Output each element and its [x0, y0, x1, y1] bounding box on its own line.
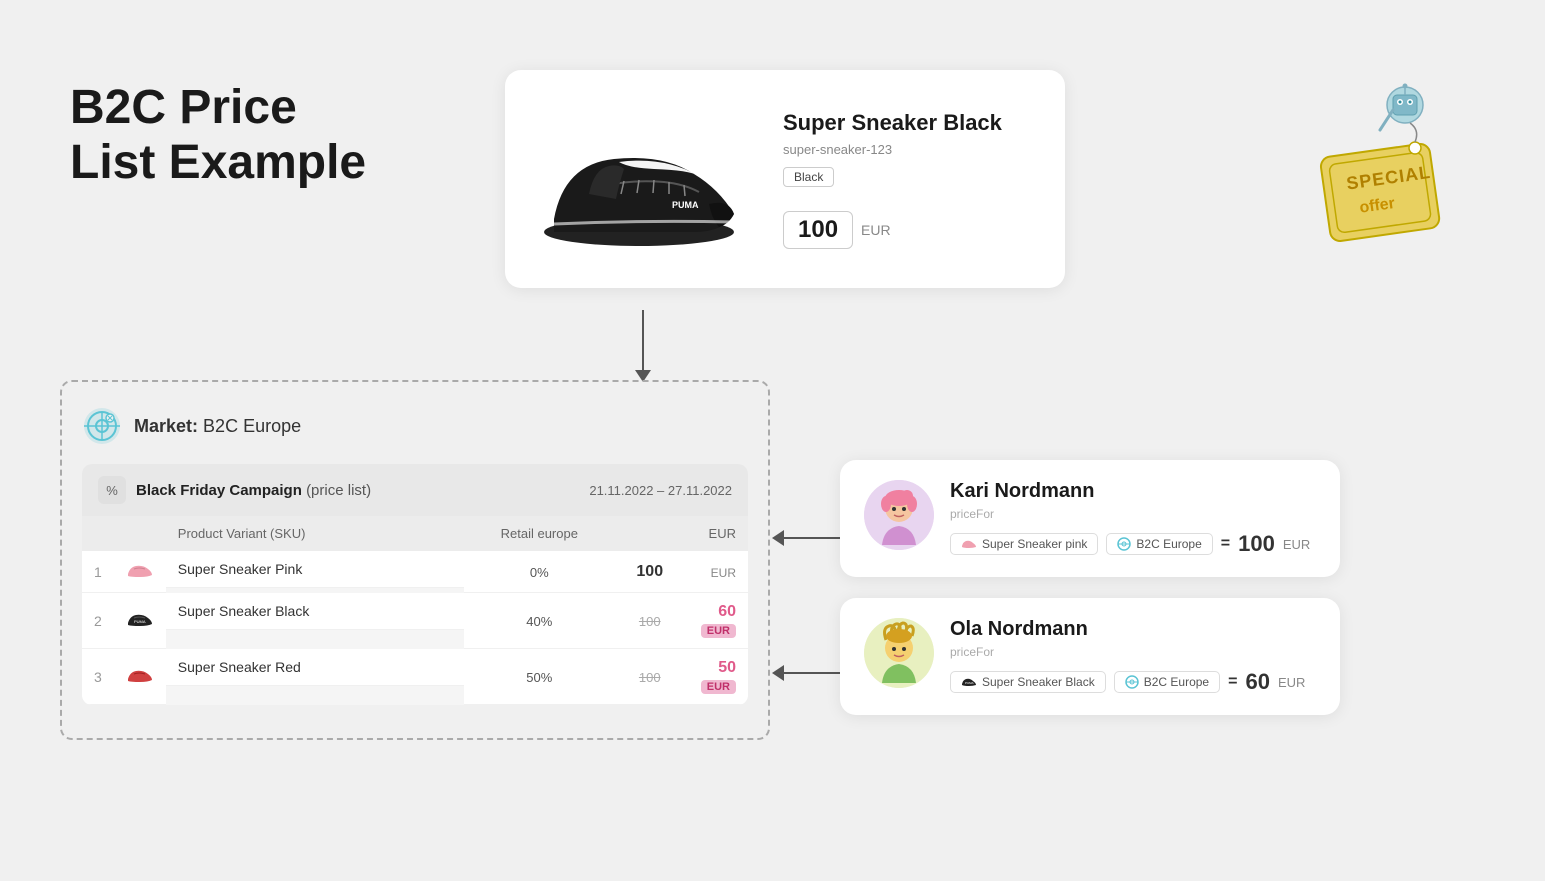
price-for-label-ola: priceFor	[950, 645, 1316, 659]
arrow-down	[635, 310, 651, 382]
equals-ola: =	[1228, 673, 1237, 691]
percent-icon: %	[98, 476, 126, 504]
row-discount-3: 50%	[464, 649, 615, 705]
product-info: Super Sneaker Black super-sneaker-123 Bl…	[783, 110, 1041, 249]
product-name: Super Sneaker Black	[783, 110, 1041, 136]
row-currency-1: EUR	[685, 551, 748, 593]
main-container: B2C Price List Example	[0, 0, 1545, 881]
avatar-ola	[864, 618, 934, 688]
row-orig-price-3: 100	[615, 649, 685, 705]
row-orig-price-2: 100	[615, 593, 685, 649]
market-icon	[82, 406, 122, 446]
currency-ola: EUR	[1278, 675, 1305, 690]
row-product-1: Super Sneaker Pink	[166, 551, 464, 588]
page-title: B2C Price List Example	[70, 80, 366, 190]
final-price-ola: 60	[1245, 669, 1269, 695]
row-final-3: 50 EUR	[685, 649, 748, 705]
customer-name-ola: Ola Nordmann	[950, 618, 1316, 641]
avatar-kari	[864, 480, 934, 550]
row-num-1: 1	[82, 551, 114, 593]
customer-info-ola: Ola Nordmann priceFor PUMA Super Sneaker…	[950, 618, 1316, 695]
product-price-row: 100 EUR	[783, 211, 1041, 249]
price-for-label-kari: priceFor	[950, 507, 1316, 521]
row-product-2: Super Sneaker Black	[166, 593, 464, 630]
product-tag-kari: Super Sneaker pink	[950, 533, 1098, 555]
row-product-3: Super Sneaker Red	[166, 649, 464, 686]
final-price-kari: 100	[1238, 531, 1275, 557]
row-discount-2: 40%	[464, 593, 615, 649]
price-list-name: Black Friday Campaign (price list)	[136, 482, 371, 499]
special-offer-badge: SPECIAL offer	[1305, 80, 1455, 260]
market-header: Market: B2C Europe	[82, 406, 748, 446]
product-tag-ola: PUMA Super Sneaker Black	[950, 671, 1106, 693]
th-num	[82, 516, 114, 551]
table-row: 1 Super Sneaker Pink 0% 100	[82, 551, 748, 593]
price-for-row-kari: Super Sneaker pink B2C Europe = 100 EUR	[950, 531, 1316, 557]
customer-card-kari: Kari Nordmann priceFor Super Sneaker pin…	[840, 460, 1340, 577]
equals-kari: =	[1221, 535, 1230, 553]
th-eur	[615, 516, 685, 551]
product-image: PUMA	[529, 94, 759, 264]
row-final-2: 60 EUR	[685, 593, 748, 649]
product-tag: Black	[783, 167, 834, 187]
market-box: Market: B2C Europe % Black Friday Campai…	[60, 380, 770, 740]
product-sku: super-sneaker-123	[783, 142, 1041, 157]
currency-kari: EUR	[1283, 537, 1310, 552]
th-retail: Retail europe	[464, 516, 615, 551]
table-row: 3 Super Sneaker Red 50% 100	[82, 649, 748, 705]
customer-name-kari: Kari Nordmann	[950, 480, 1316, 503]
price-list-dates: 21.11.2022 – 27.11.2022	[589, 483, 732, 498]
th-icon	[114, 516, 166, 551]
customer-card-ola: Ola Nordmann priceFor PUMA Super Sneaker…	[840, 598, 1340, 715]
table-row: 2 PUMA Super Sneaker Black 40% 100	[82, 593, 748, 649]
row-price-1: 100	[615, 551, 685, 593]
svg-text:PUMA: PUMA	[134, 619, 146, 624]
row-icon-2: PUMA	[114, 593, 166, 649]
price-for-row-ola: PUMA Super Sneaker Black B2C Europe = 60…	[950, 669, 1316, 695]
row-icon-1	[114, 551, 166, 593]
product-price: 100	[783, 211, 853, 249]
customer-info-kari: Kari Nordmann priceFor Super Sneaker pin…	[950, 480, 1316, 557]
row-num-2: 2	[82, 593, 114, 649]
th-currency: EUR	[685, 516, 748, 551]
th-product: Product Variant (SKU)	[166, 516, 464, 551]
price-table: Product Variant (SKU) Retail europe EUR …	[82, 516, 748, 705]
market-tag-ola: B2C Europe	[1114, 671, 1220, 693]
market-tag-kari: B2C Europe	[1106, 533, 1212, 555]
svg-text:PUMA: PUMA	[965, 681, 974, 685]
svg-text:PUMA: PUMA	[672, 200, 699, 210]
row-discount-1: 0%	[464, 551, 615, 593]
market-title: Market: B2C Europe	[134, 416, 301, 437]
row-icon-3	[114, 649, 166, 705]
price-list-card: % Black Friday Campaign (price list) 21.…	[82, 464, 748, 705]
price-list-header: % Black Friday Campaign (price list) 21.…	[82, 464, 748, 516]
table-header-row: Product Variant (SKU) Retail europe EUR	[82, 516, 748, 551]
product-currency: EUR	[861, 222, 891, 238]
row-num-3: 3	[82, 649, 114, 705]
product-card: PUMA Super Sneaker Black super-sneaker-1…	[505, 70, 1065, 288]
